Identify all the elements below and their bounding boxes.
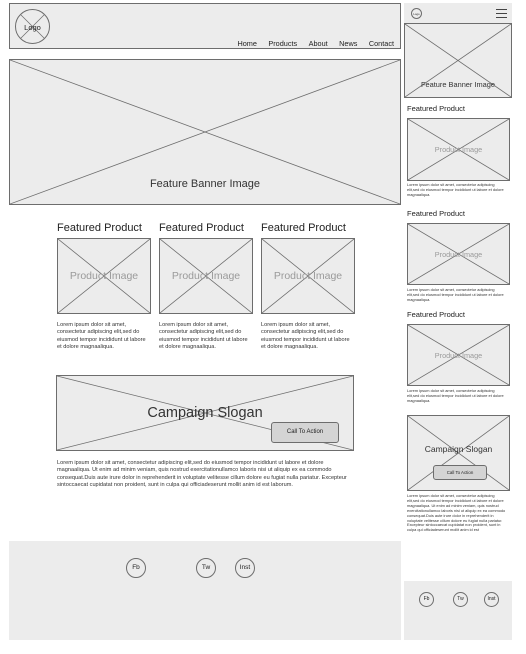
hamburger-menu-icon[interactable]	[496, 8, 507, 19]
product-description: Lorem ipsum dolor sit amet, consectetur …	[407, 182, 504, 197]
instagram-icon[interactable]: Inst	[484, 592, 499, 607]
twitter-icon[interactable]: Tw	[453, 592, 468, 607]
product-image[interactable]: Product Image	[407, 324, 510, 386]
facebook-icon[interactable]: Fb	[126, 558, 146, 578]
product-image[interactable]: Product Image	[261, 238, 355, 314]
twitter-icon[interactable]: Tw	[196, 558, 216, 578]
facebook-icon[interactable]: Fb	[419, 592, 434, 607]
desktop-banner-label: Feature Banner Image	[149, 178, 261, 190]
nav-news[interactable]: News	[339, 39, 357, 48]
mobile-call-to-action-button[interactable]: Call To Action	[433, 465, 487, 480]
product-title: Featured Product	[407, 209, 465, 218]
mobile-header: Logo	[404, 3, 512, 23]
product-image[interactable]: Product Image	[407, 223, 510, 285]
product-description: Lorem ipsum dolor sit amet, consectetur …	[261, 322, 350, 350]
product-title: Featured Product	[407, 310, 465, 319]
desktop-header: Logo Home Products About News Contact	[9, 3, 401, 49]
product-title: Featured Product	[261, 222, 346, 234]
product-description: Lorem ipsum dolor sit amet, consectetur …	[407, 287, 504, 302]
product-image-label: Product Image	[434, 145, 483, 154]
desktop-wireframe: Logo Home Products About News Contact Fe…	[0, 0, 402, 654]
product-image[interactable]: Product Image	[407, 118, 510, 181]
product-image[interactable]: Product Image	[57, 238, 151, 314]
desktop-feature-banner: Feature Banner Image	[9, 59, 401, 205]
mobile-product-1: Featured Product Product Image Lorem ips…	[407, 104, 510, 197]
desktop-product-2: Featured Product Product Image Lorem ips…	[159, 222, 253, 350]
nav-about[interactable]: About	[309, 39, 328, 48]
product-title: Featured Product	[57, 222, 142, 234]
mobile-logo-label: Logo	[413, 12, 420, 16]
mobile-footer: Fb Tw Inst	[404, 581, 512, 640]
mobile-campaign-banner: Campaign Slogan Call To Action	[407, 415, 510, 491]
product-description: Lorem ipsum dolor sit amet, consectetur …	[407, 388, 504, 403]
mobile-campaign-body: Lorem ipsum dolor sit amet, consectetur …	[407, 493, 506, 533]
mobile-logo[interactable]: Logo	[411, 8, 422, 19]
instagram-icon[interactable]: Inst	[235, 558, 255, 578]
product-title: Featured Product	[159, 222, 244, 234]
product-image-label: Product Image	[434, 250, 483, 259]
product-description: Lorem ipsum dolor sit amet, consectetur …	[57, 322, 146, 350]
nav-products[interactable]: Products	[268, 39, 297, 48]
product-image-label: Product Image	[434, 351, 483, 360]
desktop-product-1: Featured Product Product Image Lorem ips…	[57, 222, 151, 350]
product-image-label: Product Image	[69, 270, 139, 282]
product-image[interactable]: Product Image	[159, 238, 253, 314]
desktop-campaign-slogan: Campaign Slogan	[147, 405, 263, 421]
mobile-wireframe: Logo Feature Banner Image Featured Produ…	[404, 0, 512, 654]
mobile-banner-label: Feature Banner Image	[421, 80, 495, 89]
mobile-campaign-slogan: Campaign Slogan	[424, 444, 493, 454]
desktop-call-to-action-button[interactable]: Call To Action	[271, 422, 339, 443]
product-image-label: Product Image	[171, 270, 241, 282]
mobile-feature-banner: Feature Banner Image	[404, 23, 512, 98]
desktop-campaign-banner: Campaign Slogan Call To Action	[56, 375, 354, 451]
desktop-footer: Fb Tw Inst	[9, 541, 401, 640]
nav-contact[interactable]: Contact	[369, 39, 394, 48]
desktop-product-3: Featured Product Product Image Lorem ips…	[261, 222, 355, 350]
mobile-product-2: Featured Product Product Image Lorem ips…	[407, 209, 510, 302]
mobile-product-3: Featured Product Product Image Lorem ips…	[407, 310, 510, 403]
product-image-label: Product Image	[273, 270, 343, 282]
desktop-logo[interactable]: Logo	[15, 9, 50, 44]
desktop-nav: Home Products About News Contact	[230, 33, 394, 48]
product-title: Featured Product	[407, 104, 465, 113]
desktop-campaign-body: Lorem ipsum dolor sit amet, consectetur …	[57, 460, 347, 488]
product-description: Lorem ipsum dolor sit amet, consectetur …	[159, 322, 248, 350]
desktop-logo-label: Logo	[24, 23, 41, 32]
nav-home[interactable]: Home	[237, 39, 256, 48]
